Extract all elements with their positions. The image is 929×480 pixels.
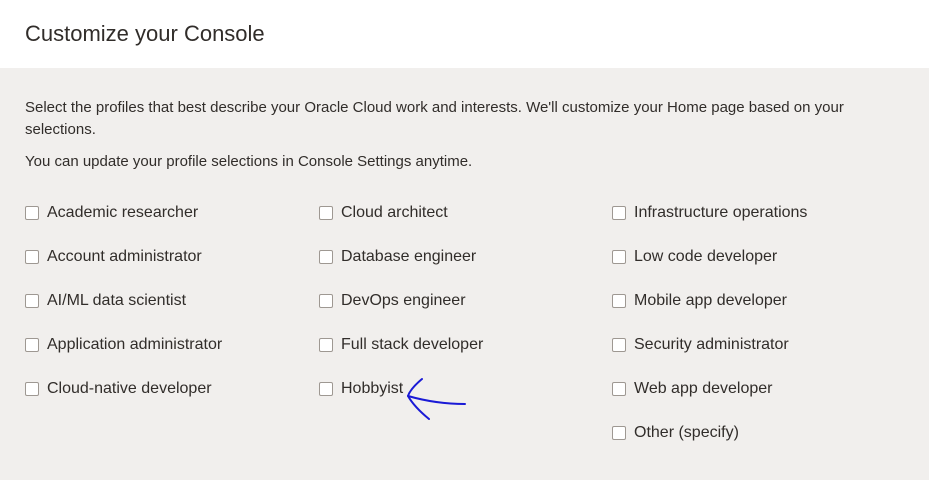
profile-option-label: Mobile app developer xyxy=(634,292,787,309)
profile-option[interactable]: Low code developer xyxy=(612,245,777,269)
profile-option[interactable]: Account administrator xyxy=(25,245,202,269)
profile-option-hobbyist[interactable]: Hobbyist xyxy=(319,377,403,401)
description-text: Select the profiles that best describe y… xyxy=(25,99,844,138)
checkbox[interactable] xyxy=(612,206,626,220)
profile-option-label: DevOps engineer xyxy=(341,292,466,309)
checkbox[interactable] xyxy=(25,338,39,352)
checkbox[interactable] xyxy=(25,250,39,264)
profile-option[interactable]: Full stack developer xyxy=(319,333,483,357)
profile-option-label: Web app developer xyxy=(634,380,773,397)
profile-option-label: Cloud-native developer xyxy=(47,380,212,397)
profile-option[interactable]: Application administrator xyxy=(25,333,222,357)
profile-option-label: Cloud architect xyxy=(341,204,448,221)
profile-option[interactable]: DevOps engineer xyxy=(319,289,466,313)
checkbox[interactable] xyxy=(319,382,333,396)
hand-drawn-arrow-icon xyxy=(407,378,466,420)
profile-option-label: AI/ML data scientist xyxy=(47,292,187,309)
header: Customize your Console xyxy=(0,0,929,68)
checkbox[interactable] xyxy=(612,382,626,396)
profile-option[interactable]: Database engineer xyxy=(319,245,476,269)
checkbox[interactable] xyxy=(612,338,626,352)
profile-option-label: Database engineer xyxy=(341,248,477,265)
checkbox[interactable] xyxy=(319,294,333,308)
profile-option-label: Application administrator xyxy=(47,336,223,353)
profile-option[interactable]: Infrastructure operations xyxy=(612,201,807,225)
checkbox[interactable] xyxy=(25,206,39,220)
update-note-text: You can update your profile selections i… xyxy=(25,153,473,170)
profile-option-label: Infrastructure operations xyxy=(634,204,808,221)
profile-option[interactable]: Security administrator xyxy=(612,333,789,357)
profile-option[interactable]: Web app developer xyxy=(612,377,772,401)
profile-option-label: Full stack developer xyxy=(341,336,484,353)
profile-option-label: Academic researcher xyxy=(47,204,199,221)
profile-option-label: Low code developer xyxy=(634,248,778,265)
checkbox[interactable] xyxy=(25,382,39,396)
profile-option-label: Other (specify) xyxy=(634,424,739,441)
checkbox[interactable] xyxy=(612,294,626,308)
checkbox[interactable] xyxy=(319,338,333,352)
profile-option[interactable]: AI/ML data scientist xyxy=(25,289,186,313)
checkbox[interactable] xyxy=(612,250,626,264)
profile-option-label: Hobbyist xyxy=(341,380,404,397)
profile-option[interactable]: Academic researcher xyxy=(25,201,198,225)
profile-option[interactable]: Cloud-native developer xyxy=(25,377,212,401)
profile-option[interactable]: Cloud architect xyxy=(319,201,448,225)
profile-option-label: Security administrator xyxy=(634,336,789,353)
checkbox[interactable] xyxy=(25,294,39,308)
checkbox[interactable] xyxy=(319,250,333,264)
profile-option-label: Account administrator xyxy=(47,248,202,265)
page-title: Customize your Console xyxy=(25,21,265,46)
profile-option-other[interactable]: Other (specify) xyxy=(612,421,739,445)
checkbox[interactable] xyxy=(319,206,333,220)
profile-option[interactable]: Mobile app developer xyxy=(612,289,787,313)
checkbox[interactable] xyxy=(612,426,626,440)
